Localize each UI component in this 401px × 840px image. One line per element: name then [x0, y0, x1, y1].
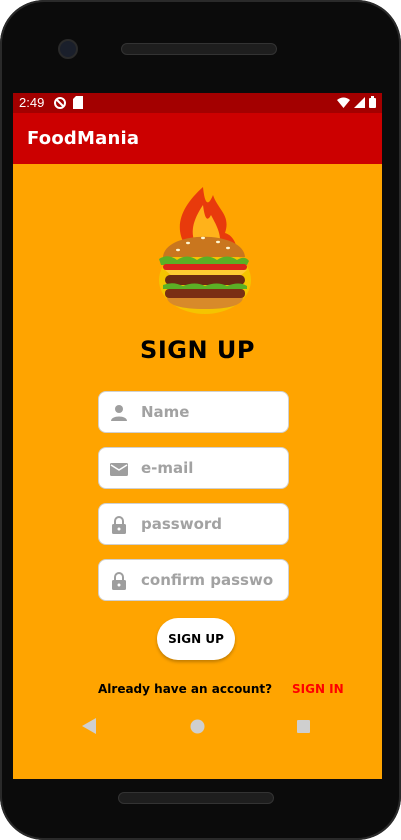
signin-link[interactable]: SIGN IN	[292, 682, 344, 696]
person-icon	[111, 405, 127, 421]
lock-icon	[112, 516, 126, 534]
app-title: FoodMania	[27, 128, 140, 149]
battery-icon	[369, 96, 376, 108]
app-screen: 2:49 FoodMania SIGN UP Name e-mail passw…	[13, 93, 382, 779]
sd-card-icon	[73, 96, 83, 109]
top-speaker	[121, 43, 277, 55]
email-placeholder: e-mail	[141, 459, 194, 477]
app-bar: FoodMania	[13, 113, 382, 164]
camera-icon	[58, 39, 78, 59]
sync-off-icon	[54, 97, 66, 109]
back-button-icon[interactable]	[82, 718, 96, 734]
already-account-text: Already have an account?	[98, 682, 273, 696]
home-button-icon[interactable]	[190, 719, 205, 734]
name-placeholder: Name	[141, 403, 190, 421]
name-field[interactable]: Name	[98, 391, 289, 433]
signin-prompt-row: Already have an account? SIGN IN	[13, 682, 382, 698]
confirm-password-placeholder: confirm passwo	[141, 571, 274, 589]
signal-icon	[354, 96, 365, 108]
phone-frame: 2:49 FoodMania SIGN UP Name e-mail passw…	[0, 0, 401, 840]
password-field[interactable]: password	[98, 503, 289, 545]
lock-icon	[112, 572, 126, 590]
email-field[interactable]: e-mail	[98, 447, 289, 489]
status-bar: 2:49	[13, 93, 382, 113]
status-time: 2:49	[19, 95, 45, 110]
confirm-password-field[interactable]: confirm passwo	[98, 559, 289, 601]
bottom-speaker	[118, 792, 274, 804]
recents-button-icon[interactable]	[297, 720, 310, 733]
wifi-icon	[337, 97, 350, 108]
signup-heading: SIGN UP	[140, 336, 255, 364]
mail-icon	[110, 463, 128, 476]
signup-button[interactable]: SIGN UP	[157, 618, 235, 660]
password-placeholder: password	[141, 515, 223, 533]
burger-logo	[159, 187, 251, 314]
